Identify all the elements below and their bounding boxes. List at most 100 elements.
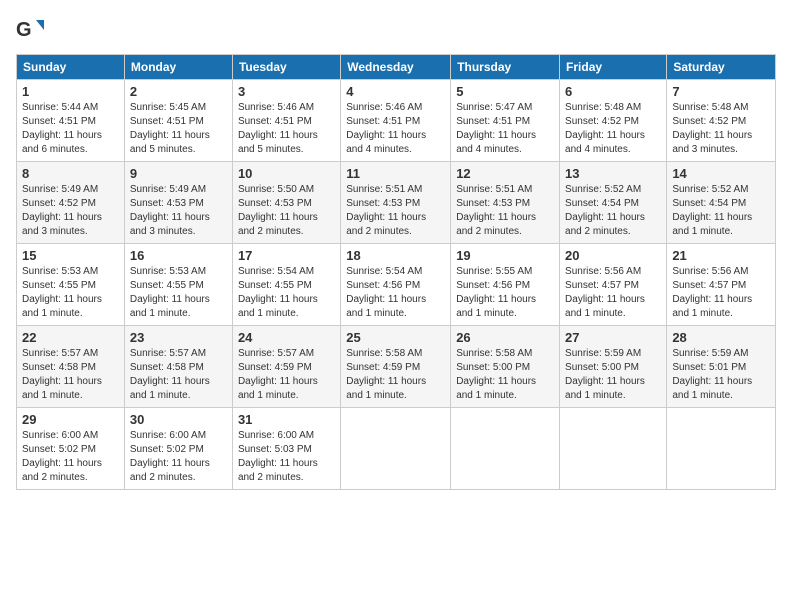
day-number: 15 — [22, 248, 119, 263]
calendar-cell: 8 Sunrise: 5:49 AM Sunset: 4:52 PM Dayli… — [17, 162, 125, 244]
calendar-week-row: 22 Sunrise: 5:57 AM Sunset: 4:58 PM Dayl… — [17, 326, 776, 408]
calendar-week-row: 15 Sunrise: 5:53 AM Sunset: 4:55 PM Dayl… — [17, 244, 776, 326]
day-number: 14 — [672, 166, 770, 181]
day-info: Sunrise: 5:51 AM Sunset: 4:53 PM Dayligh… — [456, 183, 554, 239]
calendar-header-thursday: Thursday — [451, 55, 560, 80]
calendar-cell: 13 Sunrise: 5:52 AM Sunset: 4:54 PM Dayl… — [560, 162, 667, 244]
calendar-header-monday: Monday — [124, 55, 232, 80]
calendar-cell: 25 Sunrise: 5:58 AM Sunset: 4:59 PM Dayl… — [341, 326, 451, 408]
calendar-cell: 29 Sunrise: 6:00 AM Sunset: 5:02 PM Dayl… — [17, 408, 125, 490]
logo: G — [16, 16, 48, 44]
day-number: 7 — [672, 84, 770, 99]
day-info: Sunrise: 5:49 AM Sunset: 4:52 PM Dayligh… — [22, 183, 119, 239]
day-info: Sunrise: 5:50 AM Sunset: 4:53 PM Dayligh… — [238, 183, 335, 239]
day-info: Sunrise: 5:56 AM Sunset: 4:57 PM Dayligh… — [565, 265, 661, 321]
day-info: Sunrise: 5:49 AM Sunset: 4:53 PM Dayligh… — [130, 183, 227, 239]
day-number: 26 — [456, 330, 554, 345]
day-number: 22 — [22, 330, 119, 345]
day-number: 27 — [565, 330, 661, 345]
day-info: Sunrise: 5:54 AM Sunset: 4:56 PM Dayligh… — [346, 265, 445, 321]
calendar-cell: 24 Sunrise: 5:57 AM Sunset: 4:59 PM Dayl… — [232, 326, 340, 408]
day-info: Sunrise: 5:52 AM Sunset: 4:54 PM Dayligh… — [672, 183, 770, 239]
calendar-header-wednesday: Wednesday — [341, 55, 451, 80]
day-info: Sunrise: 5:48 AM Sunset: 4:52 PM Dayligh… — [565, 101, 661, 157]
calendar-cell: 28 Sunrise: 5:59 AM Sunset: 5:01 PM Dayl… — [667, 326, 776, 408]
day-info: Sunrise: 5:51 AM Sunset: 4:53 PM Dayligh… — [346, 183, 445, 239]
day-info: Sunrise: 5:44 AM Sunset: 4:51 PM Dayligh… — [22, 101, 119, 157]
calendar-cell: 7 Sunrise: 5:48 AM Sunset: 4:52 PM Dayli… — [667, 80, 776, 162]
calendar-header-row: SundayMondayTuesdayWednesdayThursdayFrid… — [17, 55, 776, 80]
calendar-cell — [341, 408, 451, 490]
day-info: Sunrise: 5:55 AM Sunset: 4:56 PM Dayligh… — [456, 265, 554, 321]
day-info: Sunrise: 5:45 AM Sunset: 4:51 PM Dayligh… — [130, 101, 227, 157]
day-number: 1 — [22, 84, 119, 99]
day-info: Sunrise: 5:54 AM Sunset: 4:55 PM Dayligh… — [238, 265, 335, 321]
calendar-week-row: 8 Sunrise: 5:49 AM Sunset: 4:52 PM Dayli… — [17, 162, 776, 244]
day-number: 31 — [238, 412, 335, 427]
calendar-cell: 12 Sunrise: 5:51 AM Sunset: 4:53 PM Dayl… — [451, 162, 560, 244]
day-number: 25 — [346, 330, 445, 345]
day-info: Sunrise: 5:57 AM Sunset: 4:59 PM Dayligh… — [238, 347, 335, 403]
calendar-header-tuesday: Tuesday — [232, 55, 340, 80]
day-number: 20 — [565, 248, 661, 263]
calendar-cell: 10 Sunrise: 5:50 AM Sunset: 4:53 PM Dayl… — [232, 162, 340, 244]
day-info: Sunrise: 5:48 AM Sunset: 4:52 PM Dayligh… — [672, 101, 770, 157]
day-number: 2 — [130, 84, 227, 99]
day-info: Sunrise: 5:53 AM Sunset: 4:55 PM Dayligh… — [130, 265, 227, 321]
calendar-cell: 18 Sunrise: 5:54 AM Sunset: 4:56 PM Dayl… — [341, 244, 451, 326]
calendar-cell: 3 Sunrise: 5:46 AM Sunset: 4:51 PM Dayli… — [232, 80, 340, 162]
calendar-cell — [451, 408, 560, 490]
day-number: 18 — [346, 248, 445, 263]
calendar-cell — [667, 408, 776, 490]
day-info: Sunrise: 5:57 AM Sunset: 4:58 PM Dayligh… — [22, 347, 119, 403]
calendar-cell: 5 Sunrise: 5:47 AM Sunset: 4:51 PM Dayli… — [451, 80, 560, 162]
calendar-cell: 4 Sunrise: 5:46 AM Sunset: 4:51 PM Dayli… — [341, 80, 451, 162]
calendar-header-sunday: Sunday — [17, 55, 125, 80]
day-number: 8 — [22, 166, 119, 181]
calendar-cell: 6 Sunrise: 5:48 AM Sunset: 4:52 PM Dayli… — [560, 80, 667, 162]
day-number: 19 — [456, 248, 554, 263]
calendar-cell: 9 Sunrise: 5:49 AM Sunset: 4:53 PM Dayli… — [124, 162, 232, 244]
day-info: Sunrise: 5:58 AM Sunset: 4:59 PM Dayligh… — [346, 347, 445, 403]
day-info: Sunrise: 5:59 AM Sunset: 5:01 PM Dayligh… — [672, 347, 770, 403]
day-number: 4 — [346, 84, 445, 99]
calendar-cell: 1 Sunrise: 5:44 AM Sunset: 4:51 PM Dayli… — [17, 80, 125, 162]
calendar-cell: 20 Sunrise: 5:56 AM Sunset: 4:57 PM Dayl… — [560, 244, 667, 326]
day-info: Sunrise: 5:59 AM Sunset: 5:00 PM Dayligh… — [565, 347, 661, 403]
calendar-cell: 11 Sunrise: 5:51 AM Sunset: 4:53 PM Dayl… — [341, 162, 451, 244]
calendar-week-row: 1 Sunrise: 5:44 AM Sunset: 4:51 PM Dayli… — [17, 80, 776, 162]
page-header: G — [16, 16, 776, 44]
calendar-cell: 14 Sunrise: 5:52 AM Sunset: 4:54 PM Dayl… — [667, 162, 776, 244]
day-info: Sunrise: 5:58 AM Sunset: 5:00 PM Dayligh… — [456, 347, 554, 403]
day-number: 28 — [672, 330, 770, 345]
day-number: 11 — [346, 166, 445, 181]
calendar-header-friday: Friday — [560, 55, 667, 80]
calendar-body: 1 Sunrise: 5:44 AM Sunset: 4:51 PM Dayli… — [17, 80, 776, 490]
calendar-cell: 22 Sunrise: 5:57 AM Sunset: 4:58 PM Dayl… — [17, 326, 125, 408]
day-info: Sunrise: 5:47 AM Sunset: 4:51 PM Dayligh… — [456, 101, 554, 157]
day-info: Sunrise: 5:56 AM Sunset: 4:57 PM Dayligh… — [672, 265, 770, 321]
calendar-cell: 30 Sunrise: 6:00 AM Sunset: 5:02 PM Dayl… — [124, 408, 232, 490]
calendar-cell: 16 Sunrise: 5:53 AM Sunset: 4:55 PM Dayl… — [124, 244, 232, 326]
calendar-week-row: 29 Sunrise: 6:00 AM Sunset: 5:02 PM Dayl… — [17, 408, 776, 490]
day-number: 16 — [130, 248, 227, 263]
day-number: 5 — [456, 84, 554, 99]
day-info: Sunrise: 5:57 AM Sunset: 4:58 PM Dayligh… — [130, 347, 227, 403]
day-number: 13 — [565, 166, 661, 181]
day-info: Sunrise: 5:53 AM Sunset: 4:55 PM Dayligh… — [22, 265, 119, 321]
calendar-cell: 31 Sunrise: 6:00 AM Sunset: 5:03 PM Dayl… — [232, 408, 340, 490]
day-number: 30 — [130, 412, 227, 427]
calendar-table: SundayMondayTuesdayWednesdayThursdayFrid… — [16, 54, 776, 490]
day-info: Sunrise: 6:00 AM Sunset: 5:02 PM Dayligh… — [130, 429, 227, 485]
calendar-cell: 26 Sunrise: 5:58 AM Sunset: 5:00 PM Dayl… — [451, 326, 560, 408]
calendar-cell: 23 Sunrise: 5:57 AM Sunset: 4:58 PM Dayl… — [124, 326, 232, 408]
day-number: 17 — [238, 248, 335, 263]
day-number: 10 — [238, 166, 335, 181]
day-number: 6 — [565, 84, 661, 99]
day-number: 9 — [130, 166, 227, 181]
logo-icon: G — [16, 16, 44, 44]
calendar-cell: 15 Sunrise: 5:53 AM Sunset: 4:55 PM Dayl… — [17, 244, 125, 326]
day-info: Sunrise: 6:00 AM Sunset: 5:03 PM Dayligh… — [238, 429, 335, 485]
day-info: Sunrise: 5:52 AM Sunset: 4:54 PM Dayligh… — [565, 183, 661, 239]
day-info: Sunrise: 5:46 AM Sunset: 4:51 PM Dayligh… — [238, 101, 335, 157]
